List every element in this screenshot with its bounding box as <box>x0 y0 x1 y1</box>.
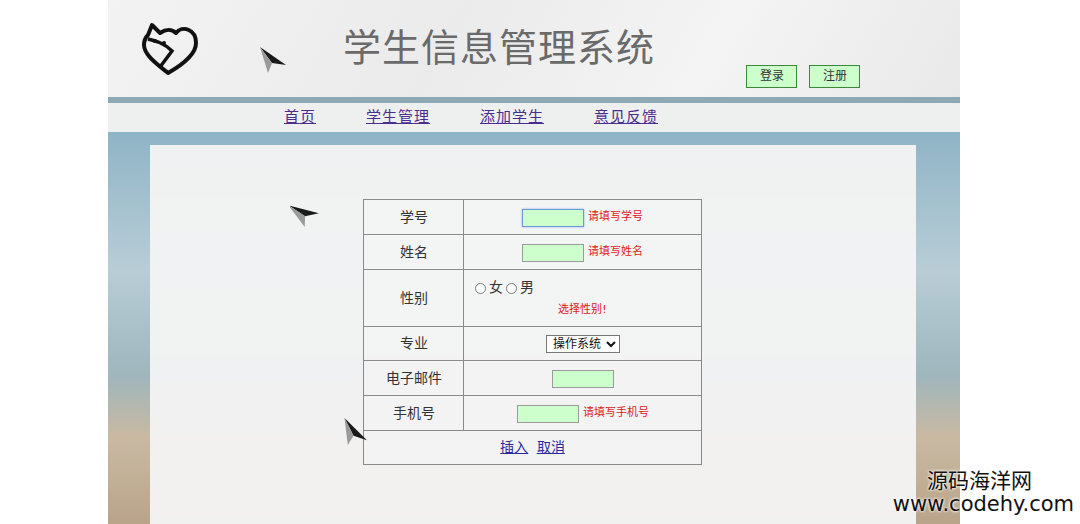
field-cell <box>464 361 702 396</box>
field-cell: 操作系统 <box>464 327 702 361</box>
radio-option[interactable]: 男 <box>503 277 534 298</box>
nav-link[interactable]: 学生管理 <box>366 106 430 129</box>
field-label: 手机号 <box>364 396 464 431</box>
nav-link[interactable]: 意见反馈 <box>594 106 658 129</box>
paper-plane-icon <box>290 198 320 228</box>
paper-plane-icon <box>340 418 370 448</box>
field-label: 姓名 <box>364 235 464 270</box>
form-row: 姓名 请填写姓名 <box>364 235 702 270</box>
field-cell: 请填写学号 <box>464 200 702 235</box>
field-cell: 请填写手机号 <box>464 396 702 431</box>
field-cell: 女男选择性别! <box>464 270 702 327</box>
text-input[interactable] <box>522 244 584 262</box>
field-cell: 请填写姓名 <box>464 235 702 270</box>
nav-link[interactable]: 首页 <box>284 106 316 129</box>
student-form: 学号请填写学号姓名请填写姓名性别女男选择性别!专业操作系统电子邮件手机号请填写手… <box>363 199 702 465</box>
text-input[interactable] <box>552 370 614 388</box>
hint-text: 请填写姓名 <box>588 245 643 258</box>
register-button[interactable]: 注册 <box>809 65 860 88</box>
auth-buttons: 登录注册 <box>746 65 860 88</box>
actions-cell: 插入 取消 <box>364 431 702 465</box>
form-row: 性别女男选择性别! <box>364 270 702 327</box>
site-title: 学生信息管理系统 <box>343 26 655 72</box>
major-select[interactable]: 操作系统 <box>546 335 620 353</box>
field-label: 学号 <box>364 200 464 235</box>
cancel-link[interactable]: 取消 <box>537 439 565 455</box>
login-button[interactable]: 登录 <box>746 65 797 88</box>
insert-link[interactable]: 插入 <box>500 439 528 455</box>
text-input[interactable] <box>522 209 584 227</box>
page: 学生信息管理系统登录注册首页 学生管理 添加学生 意见反馈学号 请填写学号姓名 请填写姓名… <box>108 0 960 524</box>
form-row: 专业 操作系统 <box>364 327 702 361</box>
form-row: 学号 请填写学号 <box>364 200 702 235</box>
text-input[interactable] <box>517 405 579 423</box>
radio-group: 女男 <box>468 277 697 298</box>
watermark-name: 源码海洋网 <box>893 470 1074 493</box>
field-label: 电子邮件 <box>364 361 464 396</box>
actions-row: 插入 取消 <box>364 431 702 465</box>
radio-option[interactable]: 女 <box>472 277 503 298</box>
paper-plane-icon <box>258 45 288 75</box>
form-row: 电子邮件 <box>364 361 702 396</box>
field-label: 性别 <box>364 270 464 327</box>
watermark-url: www.codehy.com <box>893 493 1074 516</box>
watermark: 源码海洋网www.codehy.com <box>893 470 1074 516</box>
radio-label: 男 <box>520 279 534 295</box>
content-panel: 学号请填写学号姓名请填写姓名性别女男选择性别!专业操作系统电子邮件手机号请填写手… <box>150 145 916 524</box>
header: 学生信息管理系统登录注册 <box>108 0 960 97</box>
main-nav: 首页 学生管理 添加学生 意见反馈 <box>108 103 960 132</box>
field-label: 专业 <box>364 327 464 361</box>
cat-heart-icon <box>138 21 202 77</box>
hint-text: 请填写手机号 <box>583 406 649 419</box>
radio-button[interactable] <box>475 283 486 294</box>
background-photo: 学号请填写学号姓名请填写姓名性别女男选择性别!专业操作系统电子邮件手机号请填写手… <box>108 132 960 524</box>
radio-label: 女 <box>489 279 503 295</box>
radio-button[interactable] <box>506 283 517 294</box>
hint-text: 请填写学号 <box>588 210 643 223</box>
nav-link[interactable]: 添加学生 <box>480 106 544 129</box>
hint-text: 选择性别! <box>468 302 697 319</box>
form-row: 手机号 请填写手机号 <box>364 396 702 431</box>
